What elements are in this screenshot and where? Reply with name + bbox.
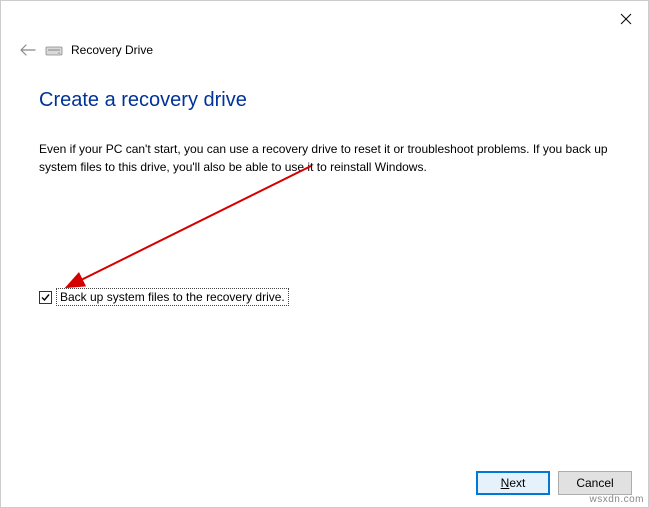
back-arrow-icon [20,44,36,56]
wizard-content: Create a recovery drive Even if your PC … [39,89,610,176]
close-icon [620,13,632,25]
backup-checkbox[interactable] [39,291,52,304]
drive-icon [45,43,63,57]
backup-checkbox-row[interactable]: Back up system files to the recovery dri… [39,288,289,306]
cancel-button[interactable]: Cancel [558,471,632,495]
recovery-drive-wizard-window: Recovery Drive Create a recovery drive E… [0,0,649,508]
back-button[interactable] [19,41,37,59]
watermark-text: wsxdn.com [589,494,644,505]
backup-checkbox-label[interactable]: Back up system files to the recovery dri… [56,288,289,306]
next-button-label-rest: ext [509,476,525,490]
page-description: Even if your PC can't start, you can use… [39,140,610,176]
next-button[interactable]: Next [476,471,550,495]
page-title: Create a recovery drive [39,89,610,112]
window-title: Recovery Drive [71,43,153,57]
close-button[interactable] [614,7,638,31]
wizard-header: Recovery Drive [19,41,153,59]
wizard-buttons: Next Cancel [476,471,632,495]
checkmark-icon [40,292,51,303]
annotation-arrow [61,161,321,301]
